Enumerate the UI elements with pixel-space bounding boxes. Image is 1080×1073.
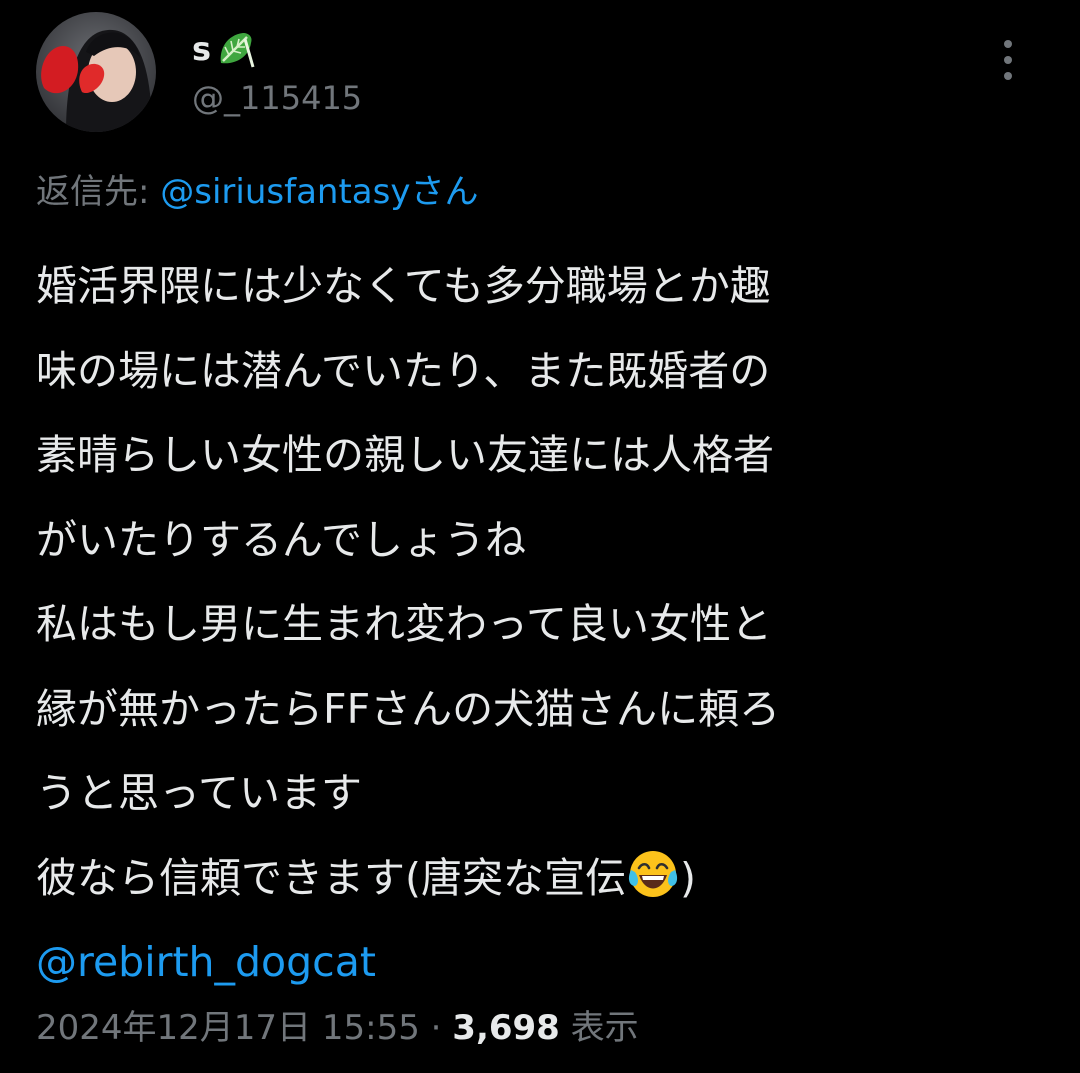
reply-mention-link[interactable]: @siriusfantasy: [160, 172, 410, 212]
leafy-green-icon: [220, 33, 255, 68]
tweet-text-line: がいたりするんでしょうね: [36, 515, 526, 564]
tweet-text-line: 味の場には潜んでいたり、また既婚者の: [36, 346, 771, 395]
face-with-tears-of-joy-icon: [628, 850, 678, 897]
author-display-name[interactable]: s: [192, 26, 362, 72]
tweet-text-line: 素晴らしい女性の親しい友達には人格者: [36, 431, 774, 479]
reply-context: 返信先: @siriusfantasyさん: [36, 164, 478, 220]
more-options-icon[interactable]: [996, 40, 1020, 86]
body-mention-link[interactable]: @rebirth_dogcat: [36, 920, 1046, 1005]
last-line-text: 彼なら信頼できます(唐突な宣伝: [36, 853, 626, 902]
timestamp[interactable]: 2024年12月17日 15:55: [36, 1008, 420, 1048]
views-label: 表示: [559, 1008, 639, 1048]
author-handle[interactable]: @_115415: [192, 76, 362, 120]
last-line-close: ): [680, 853, 696, 902]
tweet-header: s @_115415: [36, 12, 1056, 136]
tweet-text-line: 縁が無かったらFFさんの犬猫さんに頼ろ: [36, 684, 781, 733]
reply-prefix: 返信先:: [36, 172, 161, 212]
tweet-text: 婚活界隈には少なくても多分職場とか趣 味の場には潜んでいたり、また既婚者の 素晴…: [36, 244, 1046, 1005]
meta-separator: ·: [419, 1008, 453, 1048]
author-names: s @_115415: [192, 26, 362, 120]
tweet-meta: 2024年12月17日 15:55 · 3,698 表示: [36, 1000, 639, 1056]
tweet-text-line: 婚活界隈には少なくても多分職場とか趣: [36, 262, 771, 310]
tweet-text-line-last: 彼なら信頼できます(唐突な宣伝 ): [36, 836, 1046, 921]
tweet-text-line: うと思っています: [36, 769, 362, 817]
tweet-text-line: 私はもし男に生まれ変わって良い女性と: [36, 600, 772, 648]
reply-suffix: さん: [410, 172, 479, 212]
views-count: 3,698: [452, 1008, 560, 1048]
avatar[interactable]: [36, 12, 156, 132]
display-name-text: s: [192, 30, 212, 68]
